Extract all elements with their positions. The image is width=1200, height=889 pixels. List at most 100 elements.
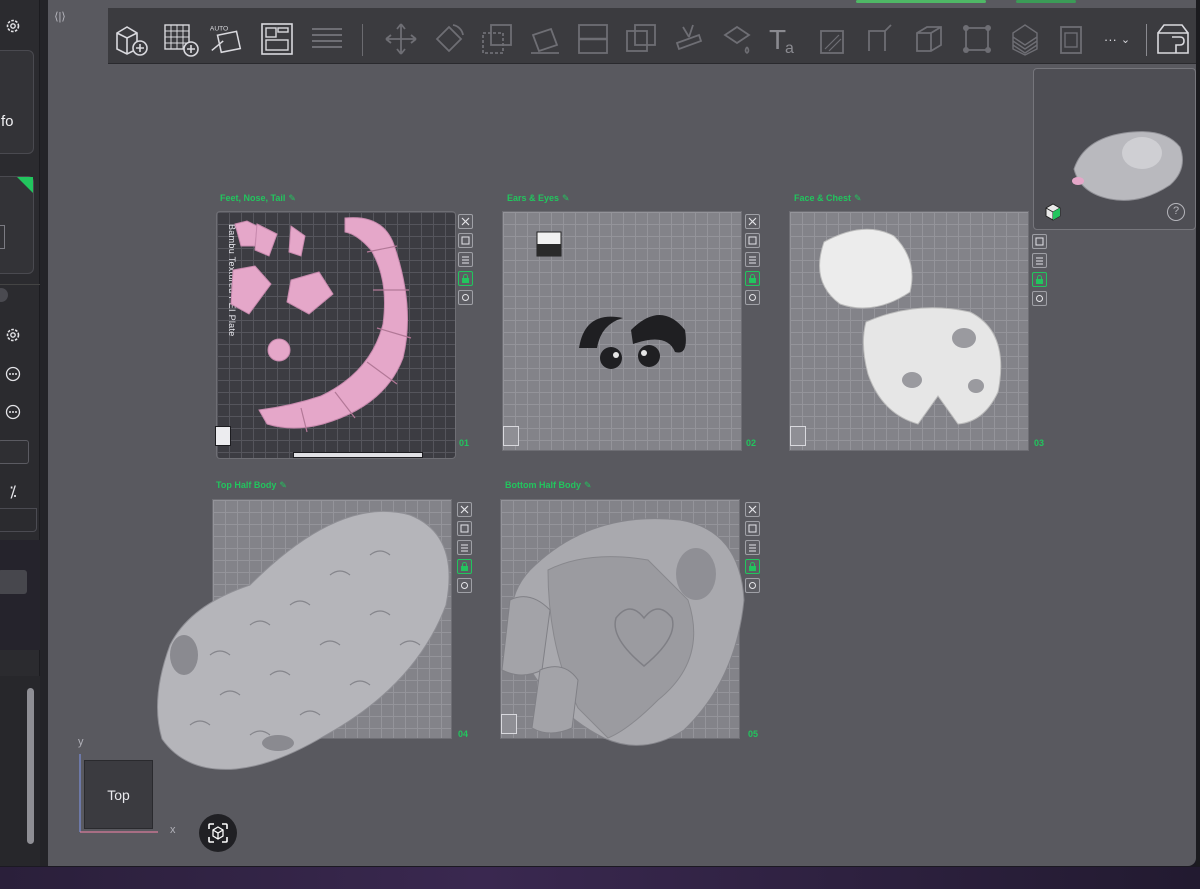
top-half-body-model[interactable] xyxy=(150,495,470,785)
plate-03-name[interactable]: Face & Chest ✎ xyxy=(794,193,862,204)
sidebar-bottom-pane xyxy=(0,676,40,866)
plate-03[interactable] xyxy=(789,211,1029,451)
plate-05-name[interactable]: Bottom Half Body ✎ xyxy=(505,480,592,491)
info-panel: fo xyxy=(0,50,34,154)
plate-01-name[interactable]: Feet, Nose, Tail ✎ xyxy=(220,193,296,204)
auto-arrange-icon[interactable] xyxy=(458,233,473,248)
plate-02[interactable] xyxy=(502,211,742,451)
plate-03-tools xyxy=(1032,234,1048,310)
sidebar-action-button[interactable] xyxy=(0,570,27,594)
pencil-icon[interactable]: ✎ xyxy=(279,480,287,490)
support-paint-icon xyxy=(670,20,708,58)
boolean-icon xyxy=(622,20,660,58)
cut-icon xyxy=(574,20,612,58)
more-options-icon[interactable] xyxy=(0,400,26,424)
orient-icon[interactable] xyxy=(1032,253,1047,268)
process-settings-icon[interactable] xyxy=(0,323,26,347)
auto-arrange-icon[interactable] xyxy=(457,521,472,536)
plate-origin-marker xyxy=(501,714,517,734)
variable-layer-icon xyxy=(1006,20,1044,58)
sidebar-row-box xyxy=(0,508,37,532)
sidebar-input-field[interactable] xyxy=(0,440,29,464)
auto-arrange-icon[interactable] xyxy=(1032,234,1047,249)
percent-icon[interactable]: ⁒ xyxy=(0,480,26,504)
arrange-icon[interactable] xyxy=(258,20,296,58)
plate-gear-icon[interactable] xyxy=(745,578,760,593)
more-tools-dropdown[interactable]: ··· ⌄ xyxy=(1094,20,1140,58)
close-icon[interactable] xyxy=(745,502,760,517)
help-icon[interactable]: ? xyxy=(1167,203,1185,221)
orient-icon[interactable] xyxy=(745,540,760,555)
rotate-icon xyxy=(430,20,468,58)
color-paint-icon xyxy=(718,20,756,58)
plate-origin-marker xyxy=(790,426,806,446)
lock-icon[interactable] xyxy=(745,559,760,574)
add-plate-icon[interactable] xyxy=(162,20,200,58)
lock-icon[interactable] xyxy=(745,271,760,286)
orient-icon[interactable] xyxy=(745,252,760,267)
sidebar-divider xyxy=(0,284,40,285)
fit-bounds-icon xyxy=(958,20,996,58)
plate-settings-icon[interactable] xyxy=(1154,20,1192,58)
close-icon[interactable] xyxy=(457,502,472,517)
more-options-icon[interactable] xyxy=(0,362,26,386)
filament-swatch[interactable] xyxy=(0,225,5,249)
orient-icon[interactable] xyxy=(457,540,472,555)
pencil-icon[interactable]: ✎ xyxy=(288,193,296,203)
plate-gear-icon[interactable] xyxy=(458,290,473,305)
main-toolbar: AUTO Ta ··· ⌄ xyxy=(108,8,1196,64)
settings-gear-icon[interactable] xyxy=(0,14,26,38)
lock-icon[interactable] xyxy=(457,559,472,574)
sidebar-scrollbar[interactable] xyxy=(27,688,34,844)
plate-origin-marker xyxy=(503,426,519,446)
plate-05-number: 05 xyxy=(748,729,759,739)
toolbar-separator xyxy=(362,24,363,56)
more-tools-label: ··· xyxy=(1103,31,1117,47)
top-status-bar-2 xyxy=(1016,0,1076,3)
collapse-sidebar-icon[interactable]: ⟨|⟩ xyxy=(52,10,68,26)
auto-orient-icon[interactable]: AUTO xyxy=(208,20,246,58)
y-axis-label: y xyxy=(78,736,84,748)
pencil-icon[interactable]: ✎ xyxy=(584,480,592,490)
lock-icon[interactable] xyxy=(1032,272,1047,287)
zoom-fit-icon[interactable] xyxy=(199,814,237,852)
orient-icon[interactable] xyxy=(458,252,473,267)
cube-view-icon[interactable] xyxy=(1044,203,1062,221)
plate-04-name[interactable]: Top Half Body ✎ xyxy=(216,480,287,491)
plate-02-number: 02 xyxy=(746,438,757,448)
text-tool-icon: Ta xyxy=(766,20,804,58)
plate-02-models[interactable] xyxy=(503,212,743,452)
close-icon[interactable] xyxy=(458,214,473,229)
view-cube[interactable]: Top xyxy=(84,760,153,829)
plate-03-models[interactable] xyxy=(790,212,1030,452)
layers-list-icon xyxy=(308,20,346,58)
close-icon[interactable] xyxy=(745,214,760,229)
svg-text:a: a xyxy=(785,40,794,57)
plate-gear-icon[interactable] xyxy=(1032,291,1047,306)
plate-gear-icon[interactable] xyxy=(745,290,760,305)
plate-preview-panel[interactable]: ? xyxy=(1033,68,1196,230)
plate-03-number: 03 xyxy=(1034,438,1045,448)
filament-panel[interactable] xyxy=(0,176,34,274)
plate-02-tools xyxy=(745,214,761,309)
plate-05-tools xyxy=(745,502,761,597)
plate-01[interactable]: Bambu Textured PEI Plate xyxy=(215,211,457,459)
plate-02-name[interactable]: Ears & Eyes ✎ xyxy=(507,193,570,204)
pencil-icon[interactable]: ✎ xyxy=(562,193,570,203)
plate-04-number: 04 xyxy=(458,729,469,739)
seam-paint-icon xyxy=(814,20,852,58)
chevron-down-icon: ⌄ xyxy=(1120,33,1131,46)
collapse-dot[interactable] xyxy=(0,288,8,302)
auto-arrange-icon[interactable] xyxy=(745,521,760,536)
plate-01-models[interactable] xyxy=(217,212,457,458)
lock-icon[interactable] xyxy=(458,271,473,286)
plate-gear-icon[interactable] xyxy=(457,578,472,593)
auto-arrange-icon[interactable] xyxy=(745,233,760,248)
filament-corner-flag xyxy=(17,177,33,193)
plate-status-bar xyxy=(293,452,423,458)
pencil-icon[interactable]: ✎ xyxy=(854,193,862,203)
info-label: fo xyxy=(1,113,14,130)
desktop-background xyxy=(0,867,1200,889)
add-object-icon[interactable] xyxy=(112,20,150,58)
bottom-half-body-model[interactable] xyxy=(490,500,750,760)
